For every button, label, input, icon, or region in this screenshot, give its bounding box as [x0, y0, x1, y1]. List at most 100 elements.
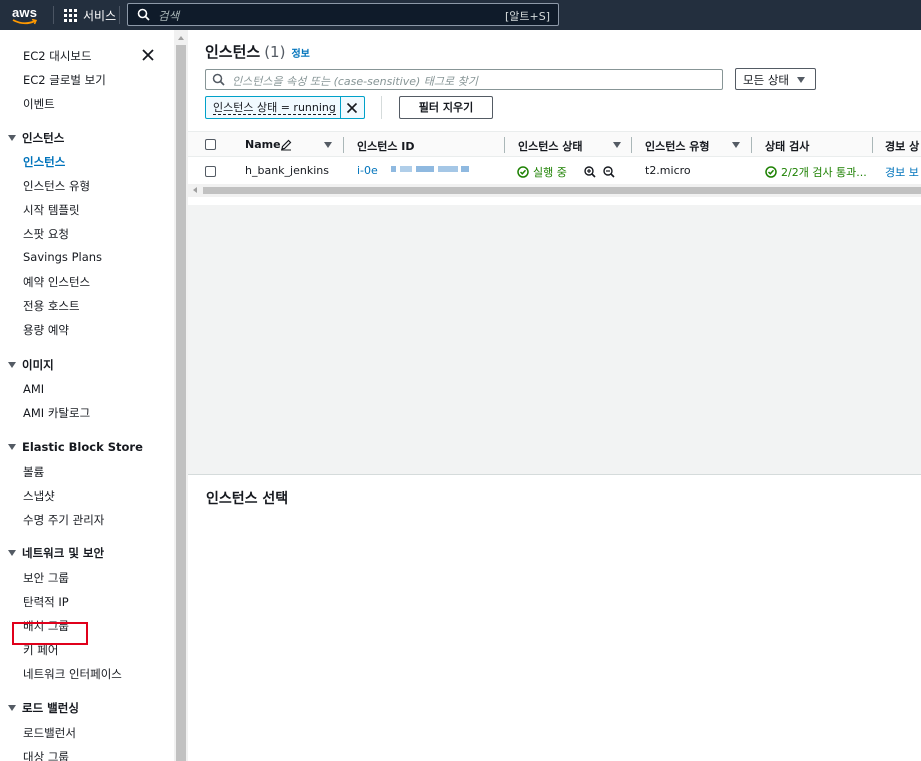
nav-divider: [119, 6, 120, 24]
sidebar-item-lifecycle-manager[interactable]: 수명 주기 관리자: [23, 512, 104, 528]
sidebar-section-ebs[interactable]: Elastic Block Store: [8, 440, 143, 454]
sidebar-item-snapshots[interactable]: 스냅샷: [23, 488, 55, 504]
divider: [381, 96, 382, 119]
expand-caret-icon: [8, 444, 16, 450]
services-menu-button[interactable]: 서비스: [64, 7, 116, 23]
close-icon: [346, 102, 358, 114]
sidebar-item-ami-catalog[interactable]: AMI 카탈로그: [23, 405, 90, 421]
redacted-id-block: [391, 166, 396, 172]
sidebar-item-launch-templates[interactable]: 시작 템플릿: [23, 202, 80, 218]
column-header-instance-id[interactable]: 인스턴스 ID: [357, 138, 415, 154]
instance-detail-panel: 인스턴스 선택: [188, 475, 921, 761]
top-navigation-bar: aws 서비스 검색 [알트+S]: [0, 0, 921, 30]
close-sidebar-icon[interactable]: [141, 48, 155, 62]
sidebar-item-ec2-global-view[interactable]: EC2 글로벌 보기: [23, 72, 106, 88]
scroll-up-arrow-icon[interactable]: [178, 36, 184, 40]
sidebar-item-reserved-instances[interactable]: 예약 인스턴스: [23, 274, 90, 290]
grid-menu-icon: [64, 8, 77, 22]
column-header-alarm-status[interactable]: 경보 상: [885, 138, 919, 154]
column-divider: [872, 137, 873, 153]
zoom-out-icon[interactable]: [603, 166, 615, 178]
expand-caret-icon: [8, 135, 16, 141]
column-divider: [631, 137, 632, 153]
redacted-id-block: [400, 166, 412, 172]
sort-caret-icon[interactable]: [324, 142, 332, 148]
column-divider: [343, 137, 344, 153]
highlight-annotation-box: [12, 622, 88, 645]
sidebar-item-events[interactable]: 이벤트: [23, 96, 55, 112]
main-content: 인스턴스 (1) 정보 인스턴스을 속성 또는 (case-sensitive)…: [188, 30, 921, 761]
cell-instance-id[interactable]: i-0e: [357, 164, 378, 177]
state-filter-select[interactable]: 모든 상태: [735, 68, 816, 90]
expand-caret-icon: [8, 550, 16, 556]
search-shortcut: [알트+S]: [504, 10, 550, 23]
table-footer-area: [188, 197, 921, 205]
info-link[interactable]: 정보: [291, 45, 309, 60]
redacted-id-block: [461, 166, 469, 172]
redacted-id-block: [438, 166, 458, 172]
sidebar-item-security-groups[interactable]: 보안 그룹: [23, 570, 69, 586]
column-header-instance-state[interactable]: 인스턴스 상태: [518, 138, 583, 154]
sidebar-item-network-interfaces[interactable]: 네트워크 인터페이스: [23, 666, 122, 682]
sidebar-item-spot-requests[interactable]: 스팟 요청: [23, 226, 69, 242]
select-all-checkbox[interactable]: [205, 139, 216, 150]
chevron-down-icon: [797, 77, 805, 83]
sidebar-item-volumes[interactable]: 볼륨: [23, 464, 44, 480]
sidebar-item-ami[interactable]: AMI: [23, 382, 44, 396]
check-circle-icon: [765, 166, 777, 178]
sidebar: EC2 대시보드 EC2 글로벌 보기 이벤트 인스턴스 인스턴스 인스턴스 유…: [0, 30, 174, 761]
remove-filter-button[interactable]: [341, 96, 365, 119]
sidebar-item-ec2-dashboard[interactable]: EC2 대시보드: [23, 48, 92, 64]
instance-count: (1): [264, 43, 286, 61]
edit-pencil-icon[interactable]: [280, 139, 292, 151]
search-icon: [212, 73, 225, 86]
sidebar-item-savings-plans[interactable]: Savings Plans: [23, 250, 102, 264]
cell-instance-state: 실행 중: [517, 164, 567, 180]
column-header-instance-type[interactable]: 인스턴스 유형: [645, 138, 710, 154]
zoom-in-icon[interactable]: [584, 166, 596, 178]
sort-caret-icon[interactable]: [613, 142, 621, 148]
instance-filter-input[interactable]: 인스턴스을 속성 또는 (case-sensitive) 태그로 찾기: [205, 69, 723, 90]
sidebar-item-load-balancers[interactable]: 로드밸런서: [23, 725, 76, 741]
table-scrollbar-thumb[interactable]: [203, 187, 921, 194]
sidebar-section-network-security[interactable]: 네트워크 및 보안: [8, 545, 104, 561]
cell-alarm-status[interactable]: 경보 보: [885, 164, 919, 180]
sidebar-item-capacity-reservations[interactable]: 용량 예약: [23, 322, 69, 338]
expand-caret-icon: [8, 705, 16, 711]
search-placeholder: 검색: [158, 9, 180, 23]
detail-panel-title: 인스턴스 선택: [206, 491, 289, 507]
instances-panel: 인스턴스 (1) 정보 인스턴스을 속성 또는 (case-sensitive)…: [188, 30, 921, 184]
sidebar-item-instance-types[interactable]: 인스턴스 유형: [23, 178, 90, 194]
sidebar-item-instances[interactable]: 인스턴스: [23, 154, 65, 170]
services-label: 서비스: [83, 8, 117, 23]
aws-logo[interactable]: aws: [12, 4, 40, 26]
column-header-name[interactable]: Name: [245, 138, 281, 151]
clear-filters-button[interactable]: 필터 지우기: [399, 96, 493, 119]
sidebar-section-images[interactable]: 이미지: [8, 357, 54, 373]
sidebar-scrollbar-thumb[interactable]: [176, 45, 186, 761]
cell-instance-type: t2.micro: [645, 164, 691, 177]
sidebar-item-elastic-ip[interactable]: 탄력적 IP: [23, 594, 69, 610]
scroll-left-arrow-icon[interactable]: [193, 187, 197, 193]
cell-name: h_bank_jenkins: [245, 164, 329, 177]
filter-token-label[interactable]: 인스턴스 상태 = running: [205, 96, 341, 119]
search-icon: [137, 8, 150, 21]
sidebar-section-instances[interactable]: 인스턴스: [8, 130, 64, 146]
sort-caret-icon[interactable]: [732, 142, 740, 148]
page-title: 인스턴스 (1) 정보: [205, 43, 310, 61]
check-circle-icon: [517, 166, 529, 178]
column-header-status-check[interactable]: 상태 검사: [765, 138, 809, 154]
sidebar-item-target-groups[interactable]: 대상 그룹: [23, 749, 69, 761]
table-header: Name 인스턴스 ID 인스턴스 상태 인스턴스 유형 상태 검사 경보 상: [188, 131, 921, 157]
column-divider: [751, 137, 752, 153]
expand-caret-icon: [8, 362, 16, 368]
table-row[interactable]: h_bank_jenkins i-0e 실행 중 t2.micro 2/2개 검…: [188, 158, 921, 184]
global-search-input[interactable]: 검색 [알트+S]: [127, 3, 559, 26]
filter-placeholder: 인스턴스을 속성 또는 (case-sensitive) 태그로 찾기: [232, 75, 478, 88]
cell-status-check: 2/2개 검사 통과...: [765, 164, 867, 180]
column-divider: [504, 137, 505, 153]
table-horizontal-scrollbar[interactable]: [188, 184, 921, 197]
row-checkbox[interactable]: [205, 166, 216, 177]
sidebar-item-dedicated-hosts[interactable]: 전용 호스트: [23, 298, 80, 314]
sidebar-section-load-balancing[interactable]: 로드 밸런싱: [8, 700, 79, 716]
